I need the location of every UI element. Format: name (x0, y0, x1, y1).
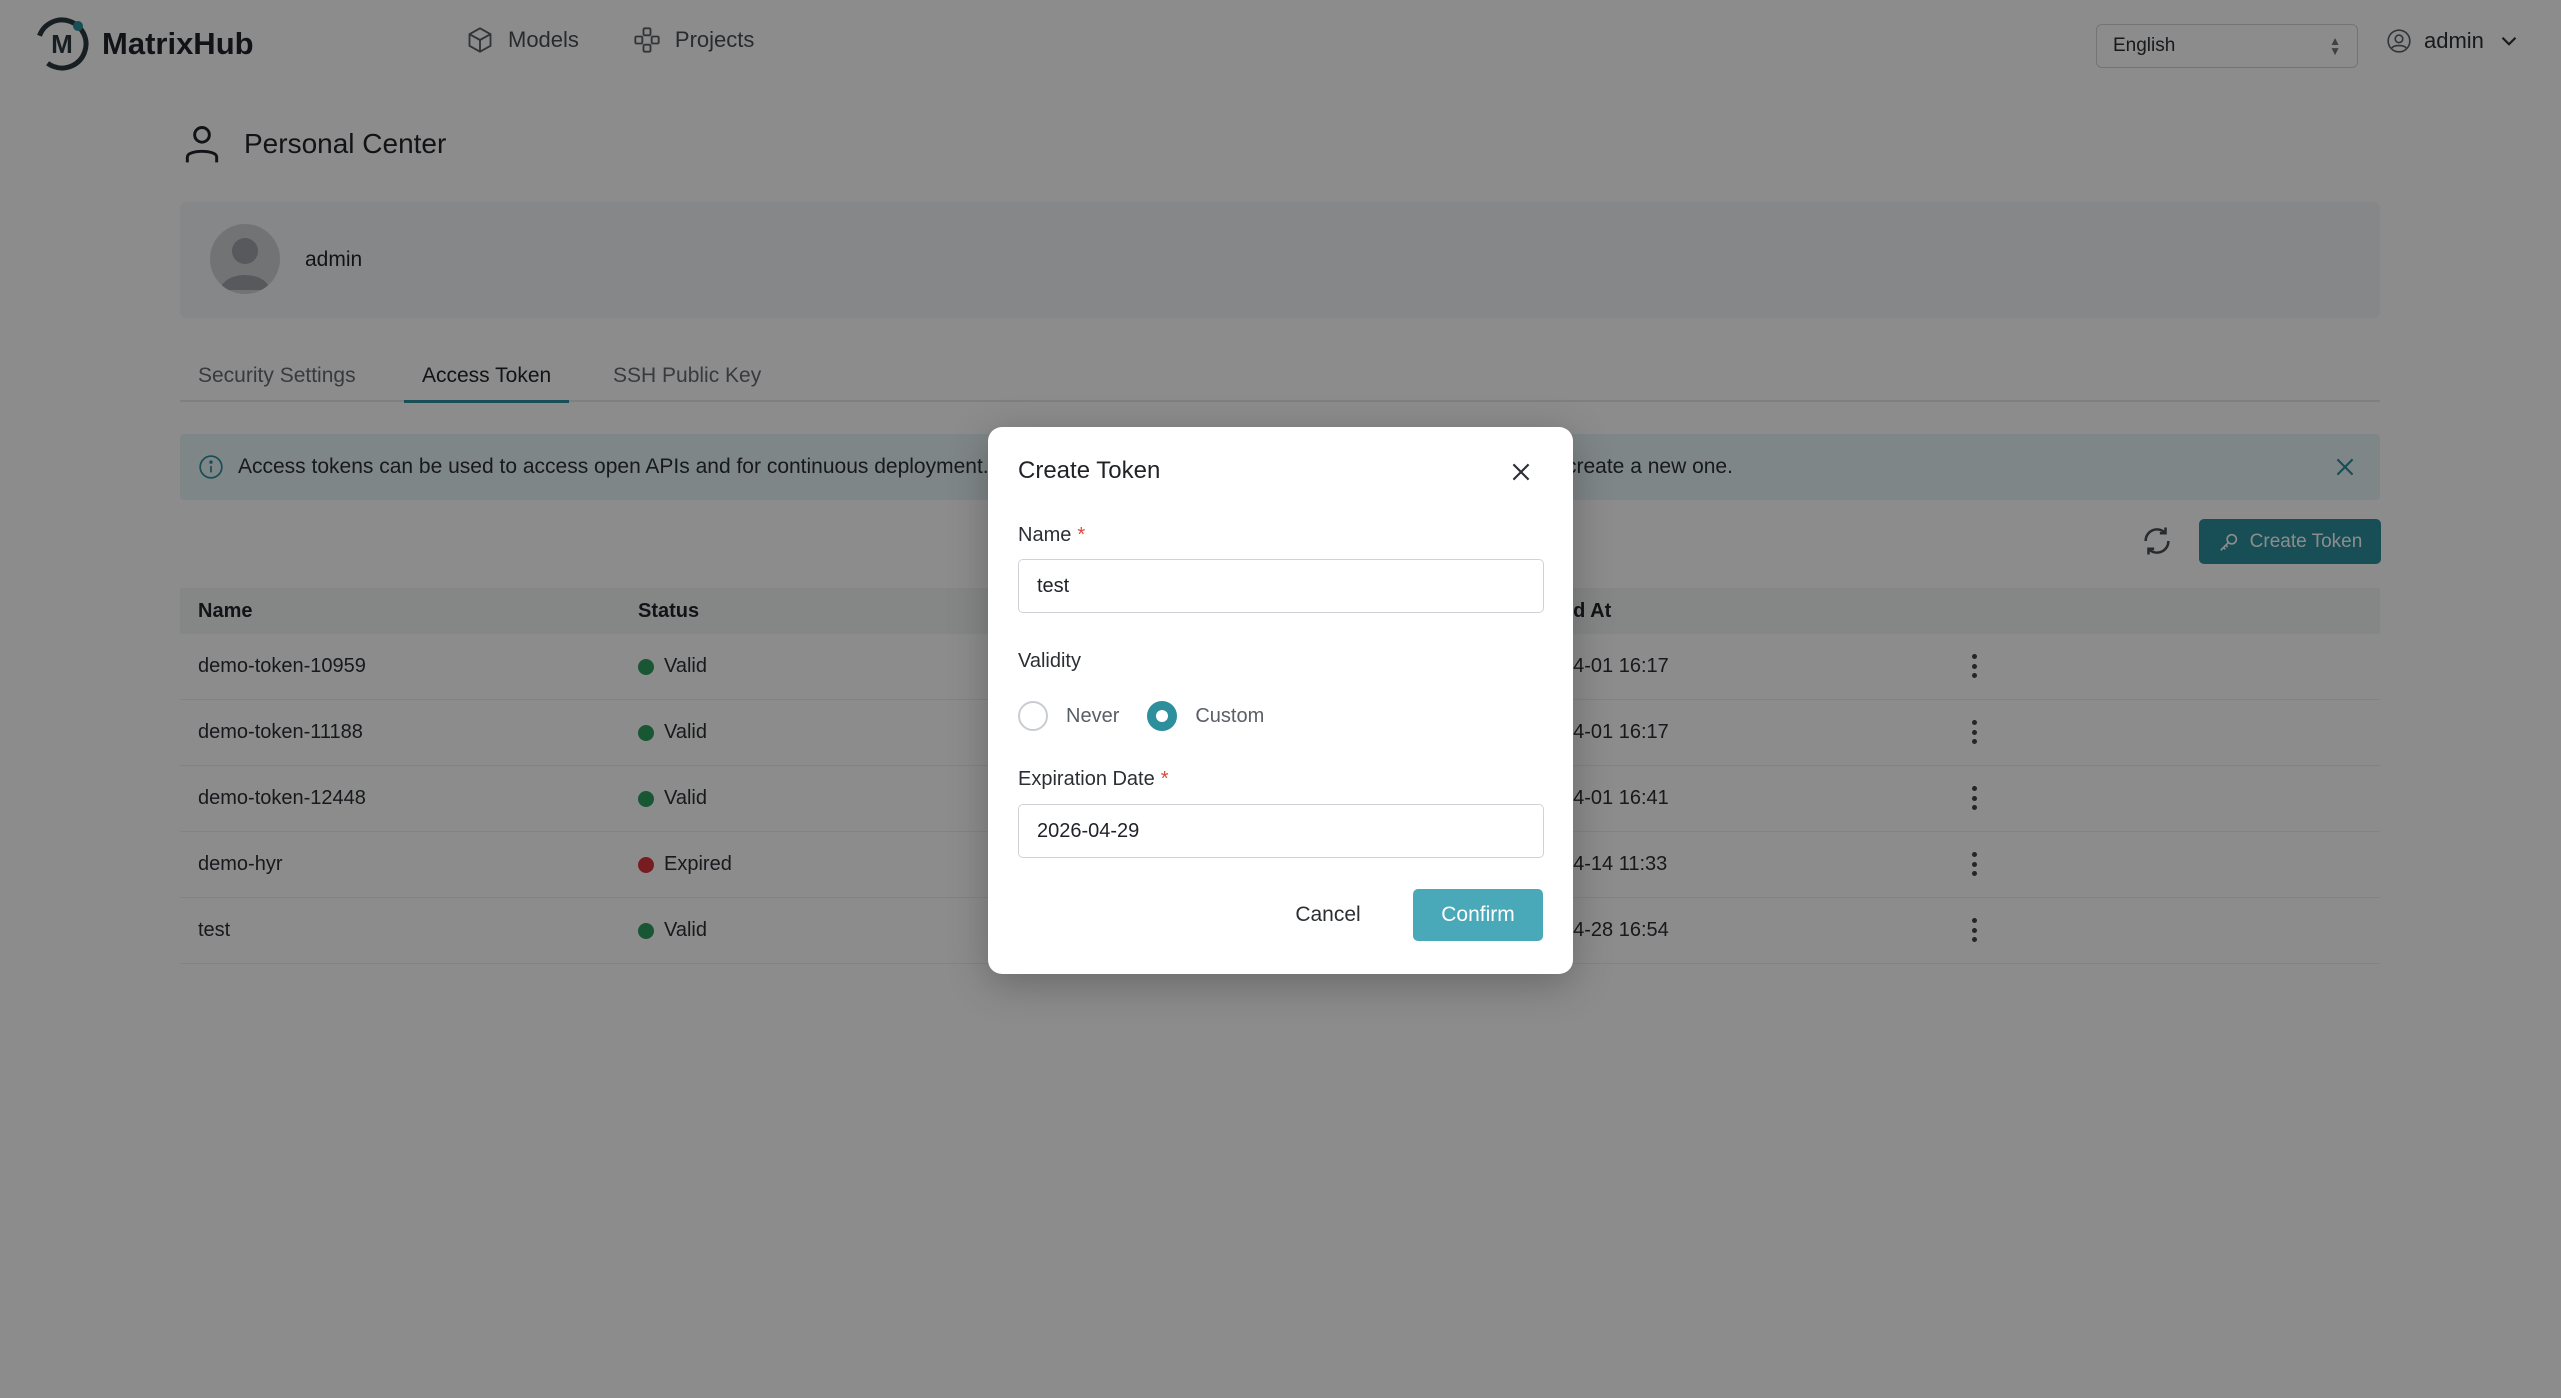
close-icon[interactable] (1508, 459, 1534, 485)
dialog-title: Create Token (1018, 457, 1161, 484)
radio-never-label: Never (1066, 704, 1120, 727)
radio-custom-label: Custom (1195, 704, 1265, 727)
radio-custom[interactable]: Custom (1147, 701, 1264, 731)
radio-never[interactable]: Never (1018, 701, 1119, 731)
expiration-date-input[interactable] (1018, 804, 1544, 858)
cancel-button[interactable]: Cancel (1286, 889, 1370, 941)
radio-never-circle[interactable] (1018, 701, 1048, 731)
expiration-label-text: Expiration Date (1018, 768, 1155, 790)
create-token-dialog: Create Token Name* Validity Never Custom… (988, 427, 1573, 974)
required-mark: * (1077, 524, 1086, 546)
name-label-text: Name (1018, 524, 1072, 546)
name-label: Name * (1018, 524, 1085, 547)
expiration-label: Expiration Date * (1018, 768, 1169, 791)
name-input[interactable] (1018, 559, 1544, 613)
validity-label: Validity (1018, 650, 1081, 672)
confirm-button[interactable]: Confirm (1413, 889, 1543, 941)
radio-custom-circle[interactable] (1147, 701, 1178, 731)
required-mark: * (1160, 768, 1169, 790)
validity-radio-group: Never Custom (1018, 701, 1264, 731)
